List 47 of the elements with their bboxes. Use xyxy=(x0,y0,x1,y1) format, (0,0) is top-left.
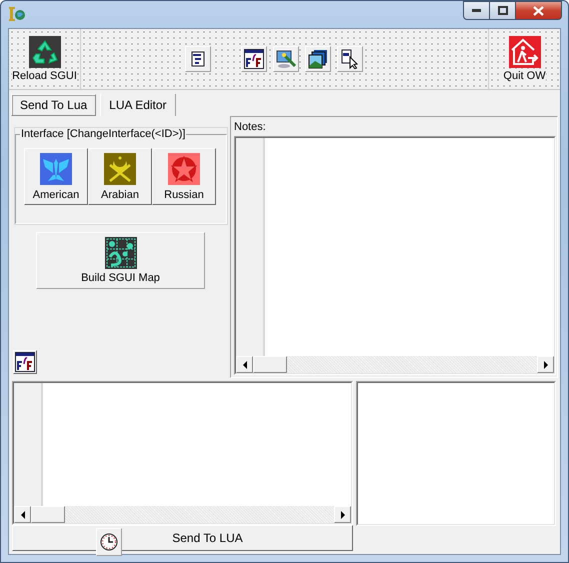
scrollbar-thumb[interactable] xyxy=(31,506,65,523)
font-button[interactable] xyxy=(13,350,37,374)
crescent-swords-icon xyxy=(104,152,136,184)
list-icon xyxy=(190,51,206,67)
interface-button[interactable]: Russian xyxy=(152,148,216,205)
grid-map-icon xyxy=(104,237,136,269)
clock-icon xyxy=(99,532,119,552)
pointer-icon xyxy=(340,49,360,69)
interface-button[interactable]: American xyxy=(24,148,88,205)
horizontal-scrollbar[interactable] xyxy=(14,506,351,523)
reload-button[interactable]: Reload SGUI xyxy=(9,29,81,89)
monitor-brush-icon xyxy=(276,49,296,69)
toolbar-button[interactable] xyxy=(305,46,331,72)
font-icon xyxy=(15,352,35,372)
right-arrow-icon xyxy=(340,510,344,518)
scrollbar-thumb[interactable] xyxy=(253,356,287,373)
close-icon xyxy=(533,6,544,16)
font-icon xyxy=(244,49,264,69)
toolbar-button[interactable] xyxy=(185,46,211,72)
group-title: Interface [ChangeInterface(<ID>)] xyxy=(20,128,186,140)
horizontal-scrollbar[interactable] xyxy=(236,356,554,373)
output-box[interactable] xyxy=(356,381,556,526)
send-button[interactable]: Send To LUA xyxy=(12,525,353,551)
exit-icon xyxy=(508,36,540,68)
toolbar-button[interactable] xyxy=(337,46,363,72)
tab[interactable]: Send To Lua xyxy=(11,94,96,116)
recycle-icon xyxy=(28,36,60,68)
maximize-button[interactable] xyxy=(490,1,516,20)
right-arrow-icon xyxy=(544,360,548,368)
toolbar-button[interactable] xyxy=(273,46,299,72)
app-icon xyxy=(9,6,27,22)
clock-button[interactable] xyxy=(96,528,122,556)
minimize-icon xyxy=(472,9,481,12)
maximize-icon xyxy=(498,6,508,15)
interface-button[interactable]: Arabian xyxy=(88,148,152,205)
minimize-button[interactable] xyxy=(463,1,490,20)
left-arrow-icon xyxy=(242,360,246,368)
star-emblem-icon xyxy=(168,152,200,184)
eagle-emblem-icon xyxy=(40,152,72,184)
quit-button[interactable]: Quit OW xyxy=(488,29,560,89)
tab[interactable]: LUA Editor xyxy=(100,94,176,116)
left-arrow-icon xyxy=(20,510,24,518)
notes-label: Notes: xyxy=(234,121,267,135)
toolbar-button[interactable] xyxy=(241,46,267,72)
close-button[interactable] xyxy=(516,1,562,20)
layers-icon xyxy=(308,49,328,69)
build-map-button[interactable]: Build SGUI Map xyxy=(36,232,205,289)
